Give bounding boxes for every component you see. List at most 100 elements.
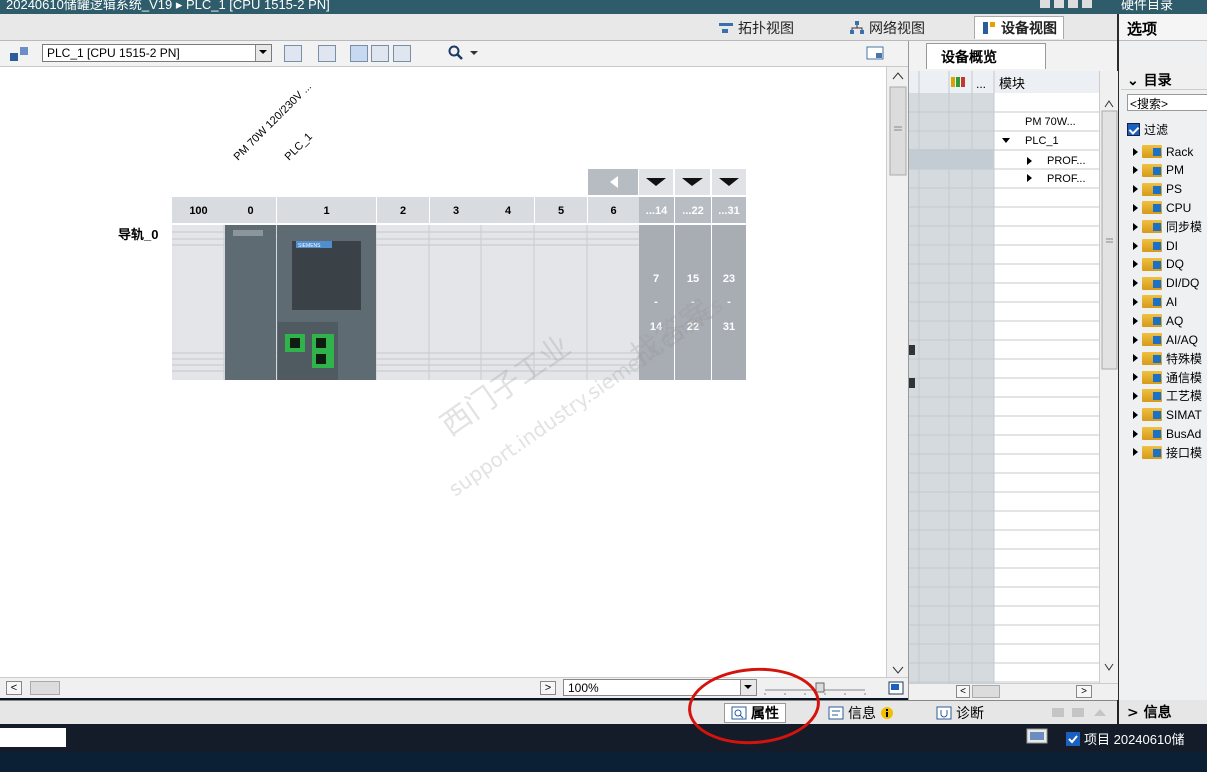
- monitor-icon[interactable]: [1026, 728, 1048, 746]
- scroll-down-icon[interactable]: [892, 666, 904, 674]
- catalog-item[interactable]: AI: [1133, 292, 1177, 311]
- table-row-selected[interactable]: [909, 149, 994, 169]
- expand-arrow-icon[interactable]: [1133, 410, 1138, 419]
- zoom-dropdown-icon[interactable]: [469, 47, 479, 59]
- hscroll-thumb[interactable]: [972, 685, 1000, 698]
- catalog-item[interactable]: 特殊模: [1133, 349, 1202, 368]
- catalog-item[interactable]: DI: [1133, 236, 1178, 255]
- tab-info[interactable]: 信息: [822, 703, 900, 723]
- expand-arrow-icon[interactable]: [1133, 429, 1138, 438]
- expand-arrow-icon[interactable]: [1133, 203, 1138, 212]
- ext-slot-top-0: 7: [653, 273, 659, 285]
- pm-module[interactable]: [225, 225, 276, 380]
- page-break-icon[interactable]: [393, 45, 411, 62]
- expand-arrow-icon[interactable]: [1133, 448, 1138, 457]
- filter-checkbox[interactable]: [1127, 123, 1140, 136]
- overview-row-pm[interactable]: PM 70W...: [1025, 116, 1076, 128]
- catalog-item[interactable]: 接口模: [1133, 443, 1202, 462]
- catalog-header[interactable]: ⌄ 目录: [1121, 68, 1207, 90]
- expand-arrow-icon[interactable]: [1133, 222, 1138, 231]
- catalog-item[interactable]: PS: [1133, 180, 1182, 199]
- expand-arrow-icon[interactable]: [1133, 391, 1138, 400]
- overview-vertical-scrollbar[interactable]: [1099, 71, 1118, 683]
- show-module-labels-icon[interactable]: [284, 45, 302, 62]
- tab-device-overview[interactable]: 设备概览: [926, 43, 1046, 69]
- catalog-item[interactable]: Rack: [1133, 142, 1193, 161]
- panel-layout-icons[interactable]: [1050, 705, 1110, 719]
- pointer-tool-icon[interactable]: [350, 45, 368, 62]
- device-select[interactable]: PLC_1 [CPU 1515-2 PN]: [42, 44, 272, 62]
- restore-icon[interactable]: [1054, 0, 1064, 8]
- scroll-left-icon[interactable]: <: [6, 681, 22, 695]
- device-canvas[interactable]: PM 70W 120/230V ... PLC_1 100 0 1 2 3 4 5 6 ...1…: [0, 67, 886, 677]
- catalog-item[interactable]: CPU: [1133, 198, 1191, 217]
- chevron-down-icon[interactable]: ⌄: [1127, 73, 1139, 89]
- scroll-up-icon[interactable]: [1104, 100, 1114, 108]
- scroll-right-icon[interactable]: >: [1076, 685, 1092, 698]
- tab-device-view[interactable]: 设备视图: [974, 16, 1064, 39]
- chevron-right-icon[interactable]: >: [1127, 705, 1139, 721]
- catalog-search-input[interactable]: <搜索>: [1127, 94, 1207, 111]
- port-icon: [290, 338, 300, 348]
- tab-network-view[interactable]: 网络视图: [843, 16, 931, 39]
- zoom-slider-handle[interactable]: [815, 682, 825, 693]
- scroll-down-icon[interactable]: [1104, 663, 1114, 671]
- info-panel-header[interactable]: > 信息: [1117, 700, 1207, 724]
- overview-horizontal-scrollbar[interactable]: < >: [909, 683, 1118, 700]
- overview-row-plc[interactable]: PLC_1: [1025, 135, 1059, 147]
- catalog-item[interactable]: 通信模: [1133, 368, 1202, 387]
- expand-arrow-icon[interactable]: [1133, 279, 1138, 288]
- panel-toggle-icon[interactable]: [866, 46, 884, 60]
- expand-arrow-icon[interactable]: [1133, 297, 1138, 306]
- device-view-toolbar: PLC_1 [CPU 1515-2 PN]: [0, 41, 908, 67]
- collapsed-icon[interactable]: [1027, 157, 1032, 165]
- scroll-up-icon[interactable]: [892, 72, 904, 80]
- catalog-item[interactable]: AQ: [1133, 311, 1183, 330]
- expand-arrow-icon[interactable]: [1133, 260, 1138, 269]
- scroll-right-icon[interactable]: >: [540, 681, 556, 695]
- zoom-icon[interactable]: [448, 45, 464, 61]
- catalog-item[interactable]: DQ: [1133, 255, 1184, 274]
- overview-navigation-icon[interactable]: [888, 681, 904, 695]
- catalog-filter[interactable]: 过滤: [1127, 121, 1168, 138]
- scroll-left-icon[interactable]: <: [956, 685, 970, 698]
- expand-arrow-icon[interactable]: [1133, 354, 1138, 363]
- scroll-thumb[interactable]: [889, 86, 907, 176]
- expand-arrow-icon[interactable]: [1133, 185, 1138, 194]
- device-network-icon[interactable]: [8, 45, 30, 63]
- canvas-vertical-scrollbar[interactable]: [886, 67, 908, 677]
- maximize-icon[interactable]: [1068, 0, 1078, 8]
- catalog-item[interactable]: SIMAT: [1133, 405, 1202, 424]
- filter-columns-icon[interactable]: [951, 77, 965, 87]
- expand-arrow-icon[interactable]: [1133, 373, 1138, 382]
- expand-arrow-icon[interactable]: [1133, 166, 1138, 175]
- tab-diagnostics[interactable]: 诊断: [930, 703, 990, 723]
- catalog-item[interactable]: BusAd: [1133, 424, 1201, 443]
- dropdown-arrow-icon[interactable]: [255, 45, 271, 61]
- collapse-right-icon[interactable]: [909, 378, 915, 388]
- hscroll-thumb[interactable]: [30, 681, 60, 695]
- overview-row-prof2[interactable]: PROF...: [1047, 173, 1086, 185]
- catalog-item-label: AI: [1166, 294, 1178, 309]
- portal-view-input[interactable]: [0, 728, 66, 747]
- grid-icon[interactable]: [371, 45, 389, 62]
- name-toggle-icon[interactable]: [318, 45, 336, 62]
- close-icon[interactable]: [1082, 0, 1092, 8]
- catalog-item[interactable]: DI/DQ: [1133, 274, 1199, 293]
- expand-arrow-icon[interactable]: [1133, 241, 1138, 250]
- catalog-item[interactable]: PM: [1133, 161, 1184, 180]
- catalog-item[interactable]: 同步模: [1133, 217, 1202, 236]
- expand-arrow-icon[interactable]: [1133, 147, 1138, 156]
- expanded-icon[interactable]: [1002, 138, 1010, 143]
- catalog-item[interactable]: AI/AQ: [1133, 330, 1198, 349]
- slot-number-3: 2: [400, 205, 406, 217]
- tab-topology-view[interactable]: 拓扑视图: [712, 16, 800, 39]
- scroll-thumb[interactable]: [1101, 110, 1118, 370]
- overview-row-prof1[interactable]: PROF...: [1047, 155, 1086, 167]
- collapse-left-icon[interactable]: [909, 345, 915, 355]
- expand-arrow-icon[interactable]: [1133, 335, 1138, 344]
- catalog-item[interactable]: 工艺模: [1133, 386, 1202, 405]
- expand-arrow-icon[interactable]: [1133, 316, 1138, 325]
- collapsed-icon[interactable]: [1027, 174, 1032, 182]
- minimize-icon[interactable]: [1040, 0, 1050, 8]
